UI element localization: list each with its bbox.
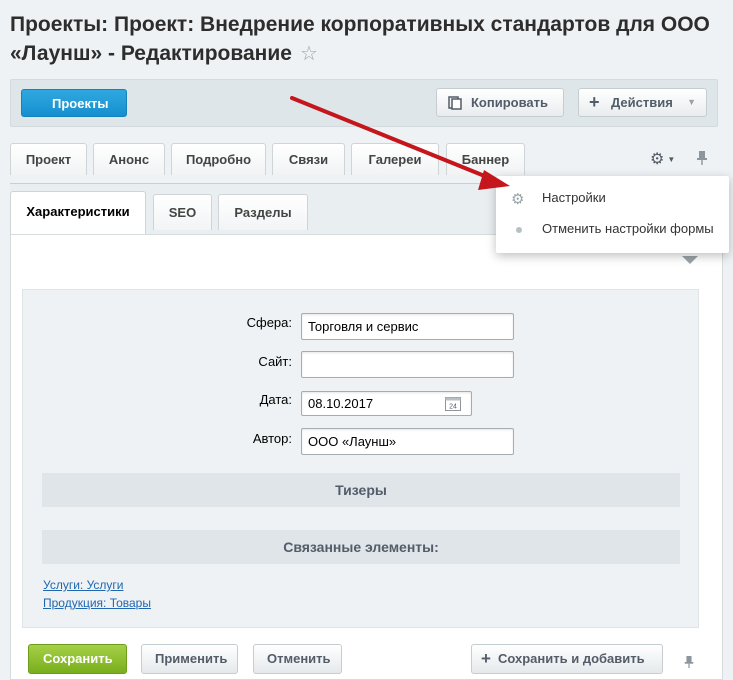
tab-label: Подробно	[185, 152, 252, 167]
link-services[interactable]: Услуги: Услуги	[43, 578, 123, 592]
tab-label: Проект	[25, 152, 72, 167]
pin-icon[interactable]	[683, 654, 695, 670]
tab-label: Анонс	[108, 152, 150, 167]
plus-icon: +	[481, 649, 491, 668]
author-label: Автор:	[252, 431, 292, 446]
chevron-down-icon: ▼	[667, 155, 676, 165]
tab-announce[interactable]: Анонс	[93, 143, 165, 175]
tab-relations[interactable]: Связи	[272, 143, 345, 175]
collapse-triangle-icon[interactable]	[682, 256, 698, 264]
tab-label: Баннер	[461, 152, 510, 167]
pin-icon[interactable]	[695, 150, 709, 166]
tab-label: Галереи	[368, 152, 422, 167]
menu-item-reset-form-settings[interactable]: Отменить настройки формы	[542, 221, 714, 236]
menu-item-settings[interactable]: Настройки	[542, 190, 606, 205]
site-label: Сайт:	[258, 354, 292, 369]
related-section-header: Связанные элементы:	[42, 530, 680, 564]
author-field[interactable]: ООО «Лаунш»	[301, 428, 514, 455]
cancel-button-label: Отменить	[267, 651, 331, 666]
subtab-sections[interactable]: Разделы	[218, 194, 308, 230]
calendar-day: 24	[449, 404, 457, 411]
save-button[interactable]: Сохранить	[28, 644, 127, 674]
tab-project[interactable]: Проект	[10, 143, 87, 175]
tab-galleries[interactable]: Галереи	[351, 143, 439, 175]
page-title: Проекты: Проект: Внедрение корпоративных…	[10, 10, 710, 69]
page-title-text: Проекты: Проект: Внедрение корпоративных…	[10, 13, 710, 65]
sphere-label: Сфера:	[246, 315, 292, 330]
bullet-icon	[516, 227, 522, 233]
date-value: 08.10.2017	[308, 396, 374, 411]
subtab-label: Характеристики	[26, 204, 130, 219]
copy-icon	[448, 96, 462, 110]
sphere-value: Торговля и сервис	[308, 319, 419, 334]
subtab-characteristics[interactable]: Характеристики	[10, 191, 146, 235]
teasers-label: Тизеры	[335, 482, 387, 498]
cancel-button[interactable]: Отменить	[253, 644, 342, 674]
chevron-down-icon: ▼	[687, 97, 696, 107]
subtab-seo[interactable]: SEO	[153, 194, 212, 230]
toolbar: Проекты Копировать + Действия ▼	[10, 79, 718, 127]
site-field[interactable]	[301, 351, 514, 378]
copy-button[interactable]: Копировать	[436, 88, 564, 117]
save-and-add-label: Сохранить и добавить	[498, 651, 645, 666]
date-label: Дата:	[259, 392, 292, 407]
apply-button[interactable]: Применить	[141, 644, 238, 674]
gear-icon: ⚙	[511, 191, 525, 208]
plus-icon: +	[589, 92, 600, 112]
back-button-label: Проекты	[52, 96, 109, 111]
favorite-star-icon[interactable]: ☆	[300, 40, 318, 69]
subtab-label: Разделы	[234, 205, 292, 220]
tab-details[interactable]: Подробно	[171, 143, 266, 175]
actions-button-label: Действия	[611, 95, 673, 110]
settings-menu: ⚙ Настройки Отменить настройки формы	[496, 176, 729, 253]
actions-button[interactable]: + Действия ▼	[578, 88, 707, 117]
date-field[interactable]: 08.10.2017 24	[301, 391, 472, 416]
teasers-section-header[interactable]: Тизеры	[42, 473, 680, 507]
gear-icon[interactable]: ⚙ ▼	[650, 149, 675, 169]
copy-button-label: Копировать	[471, 95, 549, 110]
save-button-label: Сохранить	[43, 651, 113, 666]
subtab-label: SEO	[168, 205, 197, 220]
sphere-field[interactable]: Торговля и сервис	[301, 313, 514, 340]
calendar-icon[interactable]: 24	[445, 396, 461, 411]
tab-label: Связи	[288, 152, 329, 167]
save-and-add-button[interactable]: + Сохранить и добавить	[471, 644, 663, 674]
menu-item-label: Отменить настройки формы	[542, 221, 714, 236]
tab-banner[interactable]: Баннер	[446, 143, 525, 175]
back-to-projects-button[interactable]: Проекты	[21, 89, 128, 117]
author-value: ООО «Лаунш»	[308, 434, 397, 449]
related-label: Связанные элементы:	[283, 539, 439, 555]
menu-item-label: Настройки	[542, 190, 606, 205]
apply-button-label: Применить	[155, 651, 228, 666]
link-products[interactable]: Продукция: Товары	[43, 596, 151, 610]
